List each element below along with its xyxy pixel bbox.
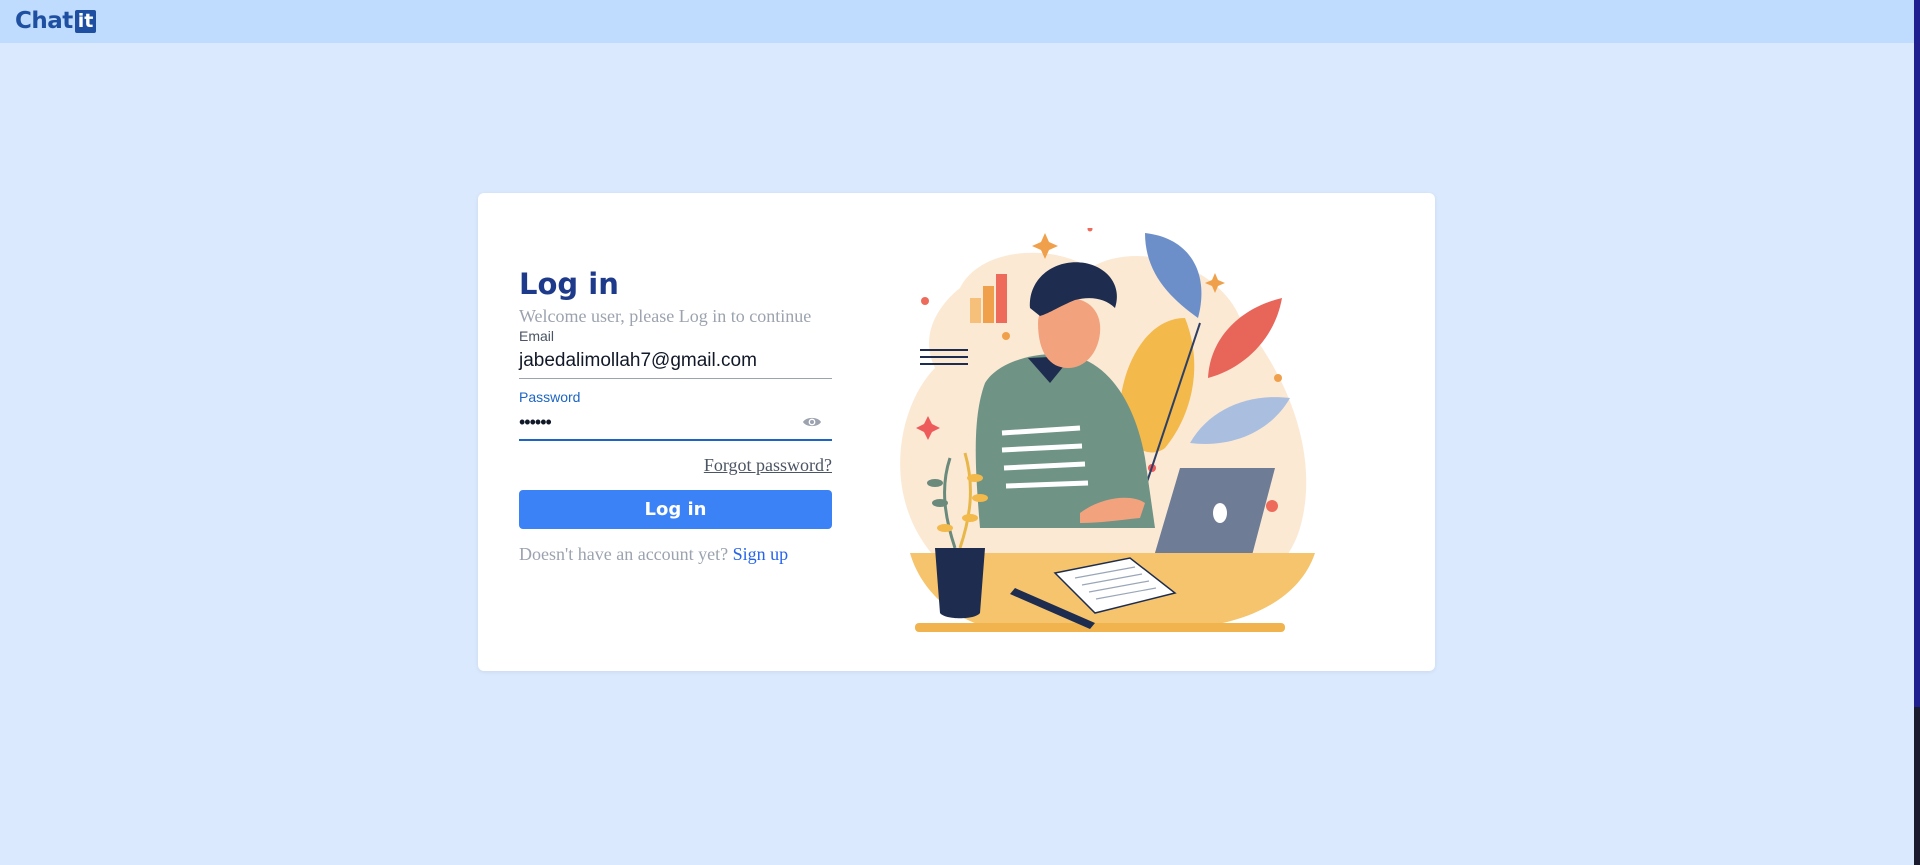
app-logo[interactable]: Chat it (15, 8, 97, 34)
password-value: •••••• (519, 412, 552, 432)
password-label: Password (519, 389, 581, 405)
signup-row: Doesn't have an account yet? Sign up (519, 544, 832, 565)
login-button[interactable]: Log in (519, 490, 832, 529)
top-navbar: Chat it (0, 0, 1914, 43)
logo-text: Chat (15, 8, 73, 34)
forgot-password-link[interactable]: Forgot password? (704, 455, 832, 475)
scrollbar-thumb[interactable] (1914, 707, 1920, 865)
email-label: Email (519, 328, 555, 344)
welcome-subtitle: Welcome user, please Log in to continue (519, 306, 812, 326)
signup-link[interactable]: Sign up (733, 544, 789, 564)
forgot-row: Forgot password? (519, 455, 832, 477)
email-value: jabedalimollah7@gmail.com (519, 350, 757, 371)
login-card: Log in Welcome user, please Log in to co… (478, 193, 1435, 671)
email-field[interactable]: jabedalimollah7@gmail.com (519, 344, 832, 379)
page-title: Log in (519, 267, 619, 301)
signup-prompt: Doesn't have an account yet? (519, 544, 729, 564)
password-field[interactable]: •••••• (519, 405, 832, 441)
login-form: Log in Welcome user, please Log in to co… (519, 267, 832, 565)
eye-icon[interactable] (802, 415, 822, 429)
illustration-person-laptop (900, 228, 1315, 632)
logo-badge: it (74, 9, 97, 33)
